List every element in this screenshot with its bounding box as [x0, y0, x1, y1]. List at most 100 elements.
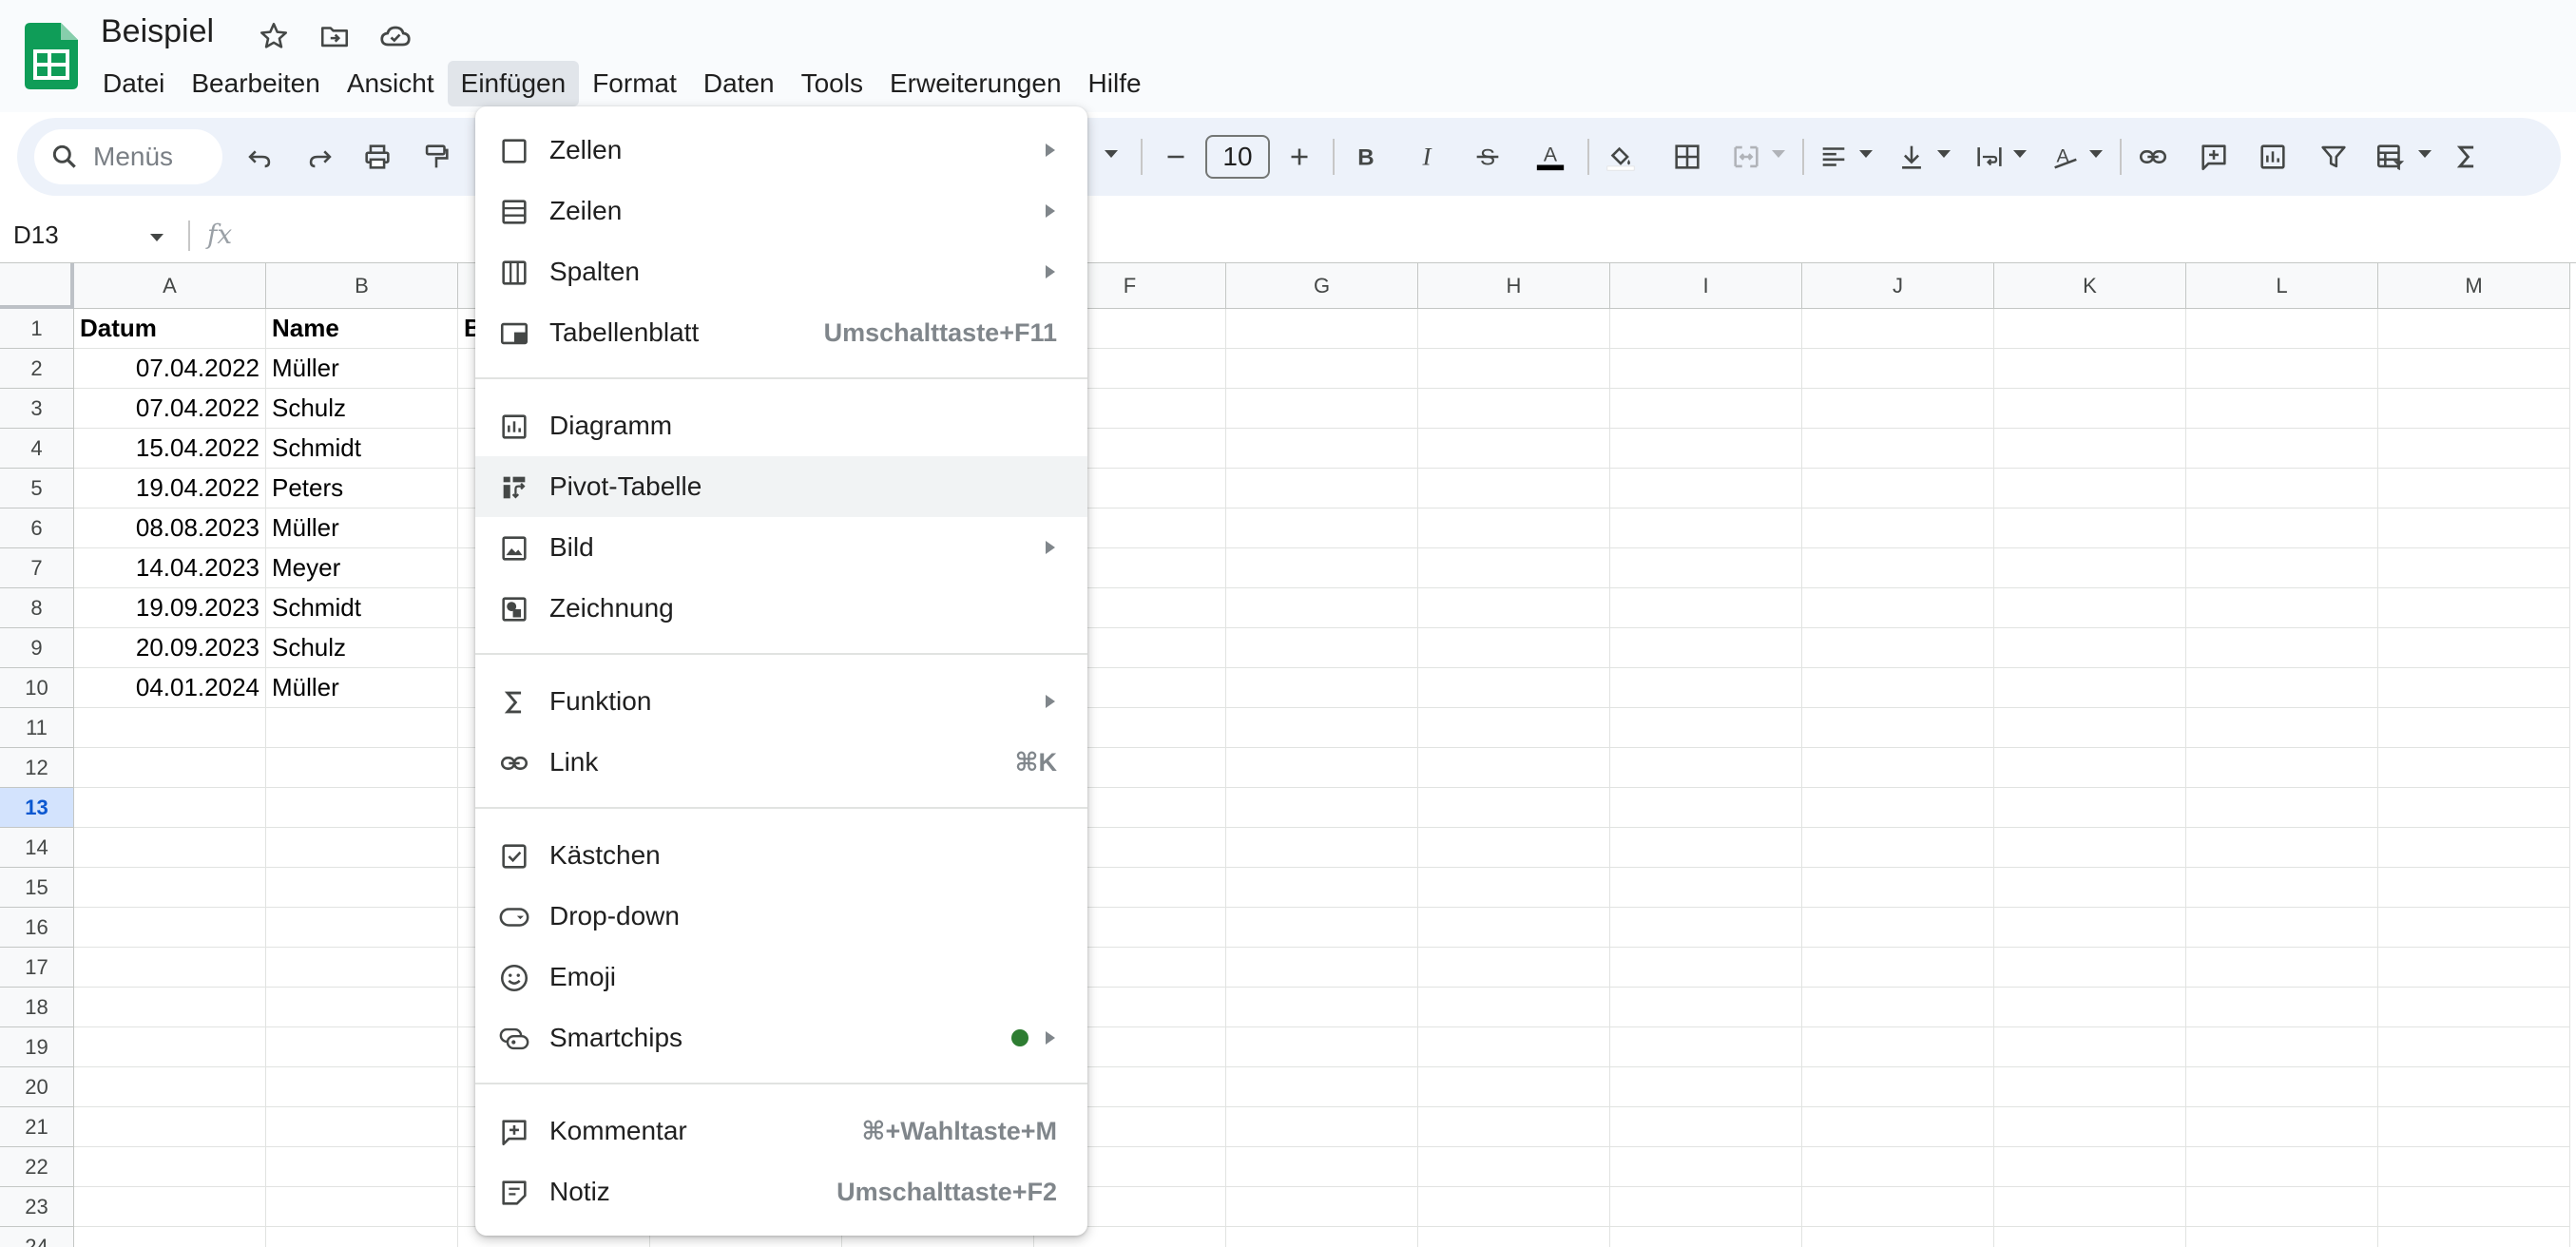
cell-a6[interactable]: 08.08.2023	[74, 508, 266, 548]
cell-i24[interactable]	[1610, 1227, 1802, 1247]
cell-l20[interactable]	[2186, 1067, 2378, 1107]
cell-g13[interactable]	[1226, 788, 1418, 828]
cell-h8[interactable]	[1418, 588, 1610, 628]
cell-j3[interactable]	[1802, 389, 1994, 429]
cell-j11[interactable]	[1802, 708, 1994, 748]
decrease-font-size-icon[interactable]	[1154, 135, 1198, 179]
cell-g23[interactable]	[1226, 1187, 1418, 1227]
menu-search[interactable]: Menüs	[34, 129, 222, 184]
select-all-corner[interactable]	[0, 263, 74, 309]
filter-icon[interactable]	[2312, 135, 2355, 179]
cell-m5[interactable]	[2378, 469, 2570, 508]
cell-l14[interactable]	[2186, 828, 2378, 868]
cell-b20[interactable]	[266, 1067, 458, 1107]
cell-b18[interactable]	[266, 988, 458, 1027]
cell-l8[interactable]	[2186, 588, 2378, 628]
cell-g15[interactable]	[1226, 868, 1418, 908]
row-header-8[interactable]: 8	[0, 588, 74, 628]
cell-g22[interactable]	[1226, 1147, 1418, 1187]
cell-m17[interactable]	[2378, 948, 2570, 988]
menu-daten[interactable]: Daten	[690, 61, 788, 106]
insert-menu-item-smartchips[interactable]: Smartchips	[475, 1007, 1087, 1068]
functions-sigma-icon[interactable]	[2445, 135, 2489, 179]
cell-j18[interactable]	[1802, 988, 1994, 1027]
cell-g24[interactable]	[1226, 1227, 1418, 1247]
cell-i13[interactable]	[1610, 788, 1802, 828]
menu-tools[interactable]: Tools	[788, 61, 876, 106]
cell-m3[interactable]	[2378, 389, 2570, 429]
cell-j16[interactable]	[1802, 908, 1994, 948]
cell-i18[interactable]	[1610, 988, 1802, 1027]
cell-b10[interactable]: Müller	[266, 668, 458, 708]
cell-b6[interactable]: Müller	[266, 508, 458, 548]
row-header-12[interactable]: 12	[0, 748, 74, 788]
cell-a11[interactable]	[74, 708, 266, 748]
cell-m14[interactable]	[2378, 828, 2570, 868]
cell-g18[interactable]	[1226, 988, 1418, 1027]
cell-a16[interactable]	[74, 908, 266, 948]
cell-j19[interactable]	[1802, 1027, 1994, 1067]
cell-j15[interactable]	[1802, 868, 1994, 908]
cell-k20[interactable]	[1994, 1067, 2186, 1107]
cell-k2[interactable]	[1994, 349, 2186, 389]
cell-k10[interactable]	[1994, 668, 2186, 708]
cell-g19[interactable]	[1226, 1027, 1418, 1067]
cell-l5[interactable]	[2186, 469, 2378, 508]
cell-l16[interactable]	[2186, 908, 2378, 948]
cell-a1[interactable]: Datum	[74, 309, 266, 349]
insert-menu-item-pivot-tabelle[interactable]: Pivot-Tabelle	[475, 456, 1087, 517]
wrap-dropdown-arrow-icon[interactable]	[2013, 150, 2027, 158]
cell-g1[interactable]	[1226, 309, 1418, 349]
cell-j14[interactable]	[1802, 828, 1994, 868]
cell-k1[interactable]	[1994, 309, 2186, 349]
cell-k9[interactable]	[1994, 628, 2186, 668]
cell-i15[interactable]	[1610, 868, 1802, 908]
cell-b9[interactable]: Schulz	[266, 628, 458, 668]
cell-i6[interactable]	[1610, 508, 1802, 548]
cell-i3[interactable]	[1610, 389, 1802, 429]
cell-j10[interactable]	[1802, 668, 1994, 708]
cell-k5[interactable]	[1994, 469, 2186, 508]
cell-g11[interactable]	[1226, 708, 1418, 748]
cell-a24[interactable]	[74, 1227, 266, 1247]
cell-k21[interactable]	[1994, 1107, 2186, 1147]
cell-l1[interactable]	[2186, 309, 2378, 349]
column-header-h[interactable]: H	[1418, 263, 1610, 309]
strikethrough-icon[interactable]: S	[1466, 135, 1509, 179]
cell-h13[interactable]	[1418, 788, 1610, 828]
insert-menu-item-funktion[interactable]: Funktion	[475, 671, 1087, 732]
cell-j9[interactable]	[1802, 628, 1994, 668]
cell-l19[interactable]	[2186, 1027, 2378, 1067]
cell-g7[interactable]	[1226, 548, 1418, 588]
cell-i2[interactable]	[1610, 349, 1802, 389]
cell-m21[interactable]	[2378, 1107, 2570, 1147]
cell-g6[interactable]	[1226, 508, 1418, 548]
cell-a5[interactable]: 19.04.2022	[74, 469, 266, 508]
cell-b14[interactable]	[266, 828, 458, 868]
cell-g17[interactable]	[1226, 948, 1418, 988]
merge-dropdown-arrow-icon[interactable]	[1772, 150, 1785, 158]
font-dropdown-arrow-icon[interactable]	[1105, 150, 1118, 158]
cell-l4[interactable]	[2186, 429, 2378, 469]
cell-k8[interactable]	[1994, 588, 2186, 628]
cell-b16[interactable]	[266, 908, 458, 948]
cell-k14[interactable]	[1994, 828, 2186, 868]
cell-a14[interactable]	[74, 828, 266, 868]
vertical-align-icon[interactable]	[1890, 135, 1933, 179]
cell-b4[interactable]: Schmidt	[266, 429, 458, 469]
row-header-14[interactable]: 14	[0, 828, 74, 868]
cell-h20[interactable]	[1418, 1067, 1610, 1107]
row-header-9[interactable]: 9	[0, 628, 74, 668]
undo-icon[interactable]	[238, 135, 281, 179]
cell-m2[interactable]	[2378, 349, 2570, 389]
insert-link-icon[interactable]	[2131, 135, 2175, 179]
text-wrapping-icon[interactable]	[1968, 135, 2011, 179]
insert-menu-item-spalten[interactable]: Spalten	[475, 241, 1087, 302]
cell-h24[interactable]	[1418, 1227, 1610, 1247]
cell-g10[interactable]	[1226, 668, 1418, 708]
row-header-11[interactable]: 11	[0, 708, 74, 748]
cell-h1[interactable]	[1418, 309, 1610, 349]
cell-m4[interactable]	[2378, 429, 2570, 469]
cell-g5[interactable]	[1226, 469, 1418, 508]
cell-l24[interactable]	[2186, 1227, 2378, 1247]
